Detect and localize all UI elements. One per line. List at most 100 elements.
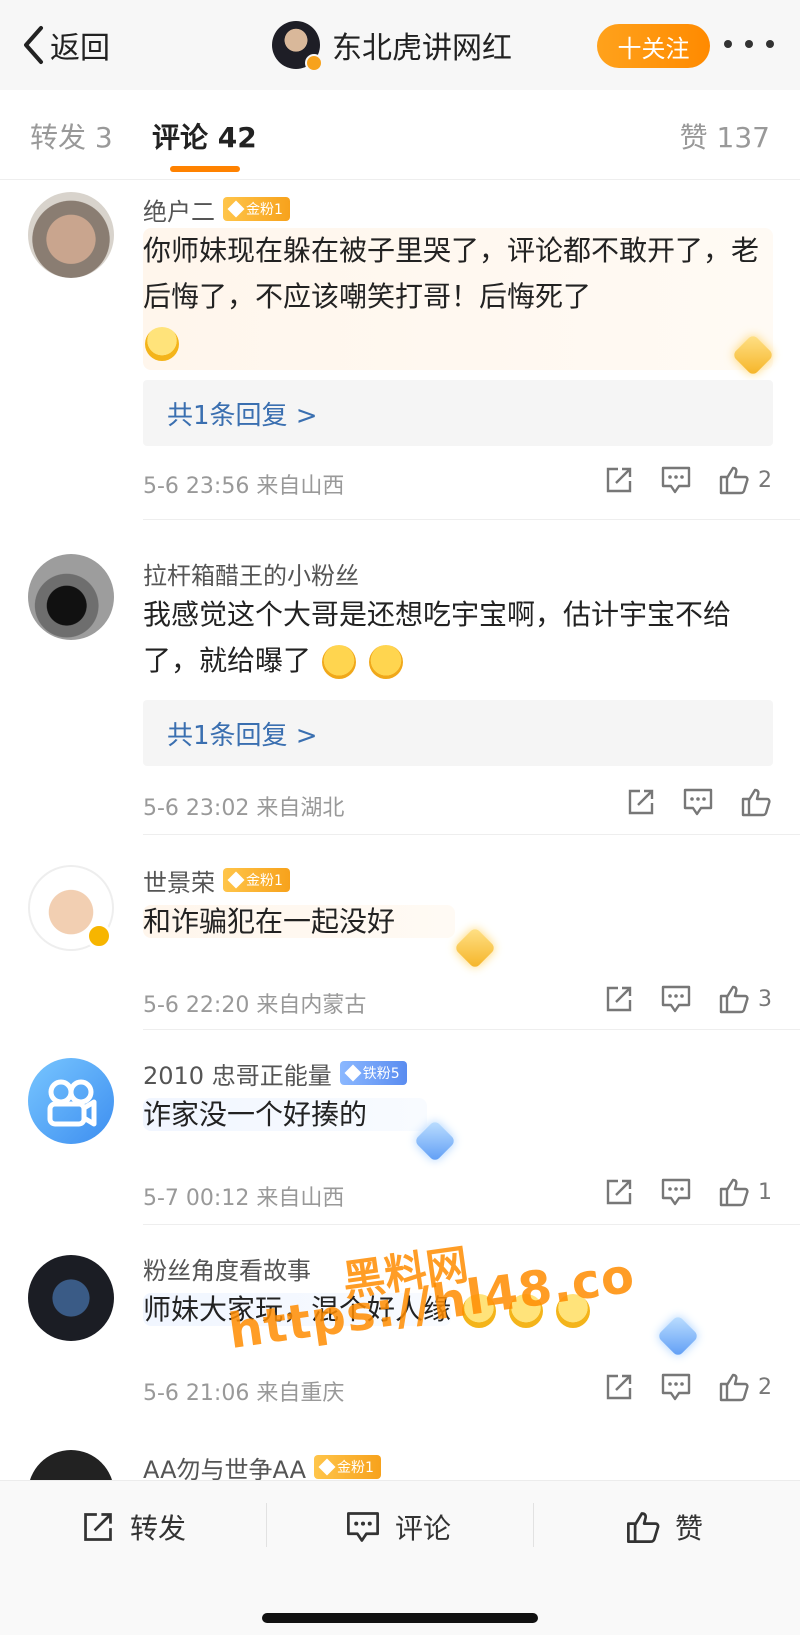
comment-header: 世景荣 金粉1 bbox=[143, 863, 290, 897]
thumbs-up-icon bbox=[719, 1178, 749, 1207]
repost-label: 转发 bbox=[130, 1512, 187, 1545]
comment-header: AA勿与世争AA 金粉1 bbox=[143, 1450, 381, 1480]
like-button[interactable]: 2 bbox=[718, 1372, 772, 1402]
fan-badge-label: 铁粉5 bbox=[362, 1066, 400, 1082]
more-options-icon[interactable] bbox=[724, 34, 774, 54]
thinking-icon bbox=[321, 645, 356, 679]
repost-button[interactable]: 转发 bbox=[80, 1507, 186, 1547]
avatar[interactable] bbox=[28, 1450, 114, 1480]
username[interactable]: 2010 忠哥正能量 bbox=[143, 1056, 332, 1091]
share-button[interactable] bbox=[604, 984, 634, 1014]
username[interactable]: 世景荣 bbox=[143, 863, 215, 898]
reply-button[interactable] bbox=[660, 984, 692, 1014]
verified-badge-icon bbox=[305, 54, 323, 72]
dot-icon bbox=[766, 40, 774, 48]
comment-actions: 2 bbox=[578, 1369, 772, 1405]
fan-badge: 金粉1 bbox=[314, 1455, 381, 1479]
comment-actions bbox=[600, 784, 772, 820]
fan-badge-label: 金粉1 bbox=[246, 202, 283, 218]
diamond-icon bbox=[227, 200, 245, 218]
comment-item: 2010 忠哥正能量 铁粉5 诈家没一个好揍的 5-7 00:12 来自山西 1 bbox=[0, 1030, 800, 1225]
tab-likes[interactable]: 赞 137 bbox=[680, 116, 770, 156]
home-indicator[interactable] bbox=[262, 1613, 538, 1623]
comment-body: 诈家没一个好揍的 bbox=[143, 1098, 428, 1131]
laugh-cry-icon bbox=[555, 1294, 590, 1328]
thumbs-up-icon bbox=[719, 1373, 749, 1402]
verified-badge-icon bbox=[86, 923, 112, 949]
laugh-cry-icon bbox=[145, 327, 179, 361]
share-button[interactable] bbox=[604, 1372, 634, 1402]
account-header[interactable]: 东北虎讲网红 bbox=[272, 20, 512, 72]
like-count: 2 bbox=[758, 1374, 772, 1400]
share-button[interactable] bbox=[604, 1177, 634, 1207]
username[interactable]: 粉丝角度看故事 bbox=[143, 1251, 311, 1286]
comment-actions: 3 bbox=[578, 981, 772, 1017]
dot-icon bbox=[745, 40, 753, 48]
divider bbox=[533, 1503, 534, 1547]
share-icon bbox=[606, 986, 632, 1012]
fan-badge: 金粉1 bbox=[223, 868, 290, 892]
avatar[interactable] bbox=[272, 21, 323, 72]
reply-expand-link[interactable]: 共1条回复 > bbox=[143, 700, 773, 766]
like-button[interactable]: 3 bbox=[718, 984, 772, 1014]
reply-button[interactable] bbox=[660, 465, 692, 495]
tab-comments[interactable]: 评论 42 bbox=[152, 116, 257, 156]
reply-expand-link[interactable]: 共1条回复 > bbox=[143, 380, 773, 446]
comment-header: 粉丝角度看故事 bbox=[143, 1251, 311, 1285]
comment-item: 拉杆箱醋王的小粉丝 我感觉这个大哥是还想吃宇宝啊，估计宇宝不给了，就给曝了 共1… bbox=[0, 520, 800, 835]
comment-meta: 5-6 22:20 来自内蒙古 bbox=[143, 993, 367, 1018]
reply-button[interactable] bbox=[660, 1177, 692, 1207]
like-button[interactable]: 赞 bbox=[625, 1507, 703, 1547]
like-button[interactable]: 2 bbox=[718, 465, 772, 495]
avatar[interactable] bbox=[28, 192, 114, 278]
username[interactable]: 拉杆箱醋王的小粉丝 bbox=[143, 556, 359, 591]
comment-icon bbox=[683, 788, 713, 816]
top-nav-bar: 返回 东北虎讲网红 十关注 bbox=[0, 0, 800, 90]
username[interactable]: 绝户二 bbox=[143, 192, 215, 227]
camera-icon bbox=[47, 1079, 97, 1127]
comment-meta: 5-6 21:06 来自重庆 bbox=[143, 1381, 345, 1406]
avatar[interactable] bbox=[28, 1058, 114, 1144]
username[interactable]: AA勿与世争AA bbox=[143, 1450, 306, 1481]
reply-button[interactable] bbox=[660, 1372, 692, 1402]
comment-button[interactable]: 评论 bbox=[345, 1507, 451, 1547]
thinking-icon bbox=[368, 645, 403, 679]
avatar[interactable] bbox=[28, 1255, 114, 1341]
fan-badge: 铁粉5 bbox=[339, 1061, 407, 1085]
divider bbox=[266, 1503, 267, 1547]
like-button[interactable]: 1 bbox=[718, 1177, 772, 1207]
like-button[interactable] bbox=[740, 787, 772, 817]
thumbs-up-icon bbox=[719, 985, 749, 1014]
like-label: 赞 bbox=[675, 1512, 704, 1545]
comment-icon bbox=[347, 1512, 379, 1542]
comment-text: 你师妹现在躲在被子里哭了，评论都不敢开了，老后悔了，不应该嘲笑打哥！后悔死了 bbox=[143, 228, 773, 370]
like-count: 2 bbox=[758, 467, 772, 493]
comment-header: 绝户二 金粉1 bbox=[143, 192, 290, 226]
comment-label: 评论 bbox=[395, 1512, 452, 1545]
share-icon bbox=[606, 1179, 632, 1205]
comment-icon bbox=[661, 1178, 691, 1206]
fan-badge: 金粉1 bbox=[223, 197, 290, 221]
comment-meta: 5-7 00:12 来自山西 bbox=[143, 1186, 345, 1211]
back-button[interactable]: 返回 bbox=[22, 22, 110, 68]
tab-bar: 转发 3 评论 42 赞 137 bbox=[0, 90, 800, 180]
share-icon bbox=[84, 1513, 112, 1541]
comment-actions: 1 bbox=[578, 1174, 772, 1210]
diamond-icon bbox=[318, 1458, 336, 1476]
avatar[interactable] bbox=[28, 554, 114, 640]
follow-button[interactable]: 十关注 bbox=[597, 24, 710, 68]
share-button[interactable] bbox=[626, 787, 656, 817]
comment-header: 2010 忠哥正能量 铁粉5 bbox=[143, 1056, 407, 1090]
comment-body: 我感觉这个大哥是还想吃宇宝啊，估计宇宝不给了，就给曝了 bbox=[143, 598, 732, 677]
tab-reposts[interactable]: 转发 3 bbox=[30, 116, 113, 156]
diamond-icon bbox=[227, 871, 245, 889]
reply-button[interactable] bbox=[682, 787, 714, 817]
thumbs-up-icon bbox=[741, 788, 771, 817]
share-button[interactable] bbox=[604, 465, 634, 495]
share-icon bbox=[606, 1374, 632, 1400]
share-icon bbox=[628, 789, 654, 815]
like-count: 1 bbox=[758, 1179, 772, 1205]
comment-item: 粉丝角度看故事 师妹大家玩，混个好人缘 5-6 21:06 来自重庆 2 bbox=[0, 1225, 800, 1420]
comment-meta: 5-6 23:56 来自山西 bbox=[143, 474, 345, 499]
fan-badge-label: 金粉1 bbox=[337, 1460, 374, 1476]
